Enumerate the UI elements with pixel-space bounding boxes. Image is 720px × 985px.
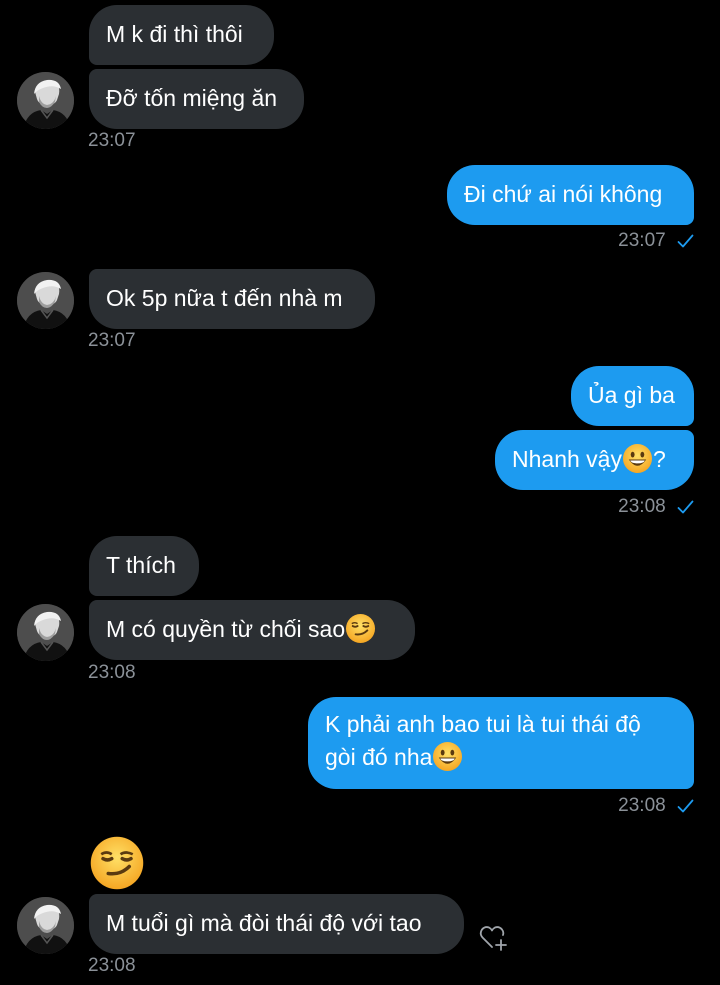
avatar-image [17,272,74,329]
contact-avatar[interactable] [17,272,74,329]
outgoing-message[interactable]: Đi chứ ai nói không [447,165,694,225]
read-check-icon [677,799,694,813]
message-text: M k đi thì thôi [106,21,243,47]
outgoing-message[interactable]: K phải anh bao tui là tui thái độ gòi đó… [308,697,694,789]
avatar-image [17,604,74,661]
message-text-suffix: ? [652,446,666,472]
message-text-line: K phải anh bao tui là tui thái độ [325,711,641,737]
grinning-face-emoji-icon [432,741,463,772]
avatar-image [17,72,74,129]
incoming-message[interactable]: M có quyền từ chối sao [89,600,415,660]
message-text-line: gòi đó nha [325,744,433,770]
message-text: Ok 5p nữa t đến nhà m [106,285,343,311]
message-text: Đỡ tốn miệng ăn [106,85,278,111]
avatar-image [17,897,74,954]
grinning-face-emoji-icon [622,443,653,474]
incoming-message[interactable]: M tuổi gì mà đòi thái độ với tao [89,894,464,954]
message-timestamp: 23:07 [88,130,136,151]
read-check-icon [677,234,694,248]
read-check-icon [677,500,694,514]
outgoing-message[interactable]: Ủa gì ba [571,366,694,426]
smirking-face-emoji-icon[interactable] [89,835,145,891]
message-text: Ủa gì ba [588,382,675,408]
message-timestamp: 23:07 [618,230,666,251]
react-heart-icon[interactable] [478,923,510,953]
message-timestamp: 23:08 [88,955,136,976]
message-timestamp: 23:07 [88,330,136,351]
message-text: T thích [106,552,176,578]
incoming-message[interactable]: M k đi thì thôi [89,5,274,65]
outgoing-message[interactable]: Nhanh vậy? [495,430,694,490]
incoming-message[interactable]: Ok 5p nữa t đến nhà m [89,269,375,329]
smirking-face-emoji-icon [345,613,376,644]
incoming-message[interactable]: Đỡ tốn miệng ăn [89,69,304,129]
message-timestamp: 23:08 [618,496,666,517]
contact-avatar[interactable] [17,72,74,129]
incoming-message[interactable]: T thích [89,536,199,596]
message-status: 23:07 [618,230,694,252]
message-status: 23:08 [618,795,694,817]
message-timestamp: 23:08 [618,795,666,816]
message-status: 23:08 [618,496,694,518]
message-text: M tuổi gì mà đòi thái độ với tao [106,910,422,936]
contact-avatar[interactable] [17,897,74,954]
message-text: M có quyền từ chối sao [106,616,346,642]
message-text: Đi chứ ai nói không [464,181,663,207]
contact-avatar[interactable] [17,604,74,661]
message-text-line-row: gòi đó nha [325,741,677,774]
message-timestamp: 23:08 [88,662,136,683]
message-text: Nhanh vậy [512,446,622,472]
